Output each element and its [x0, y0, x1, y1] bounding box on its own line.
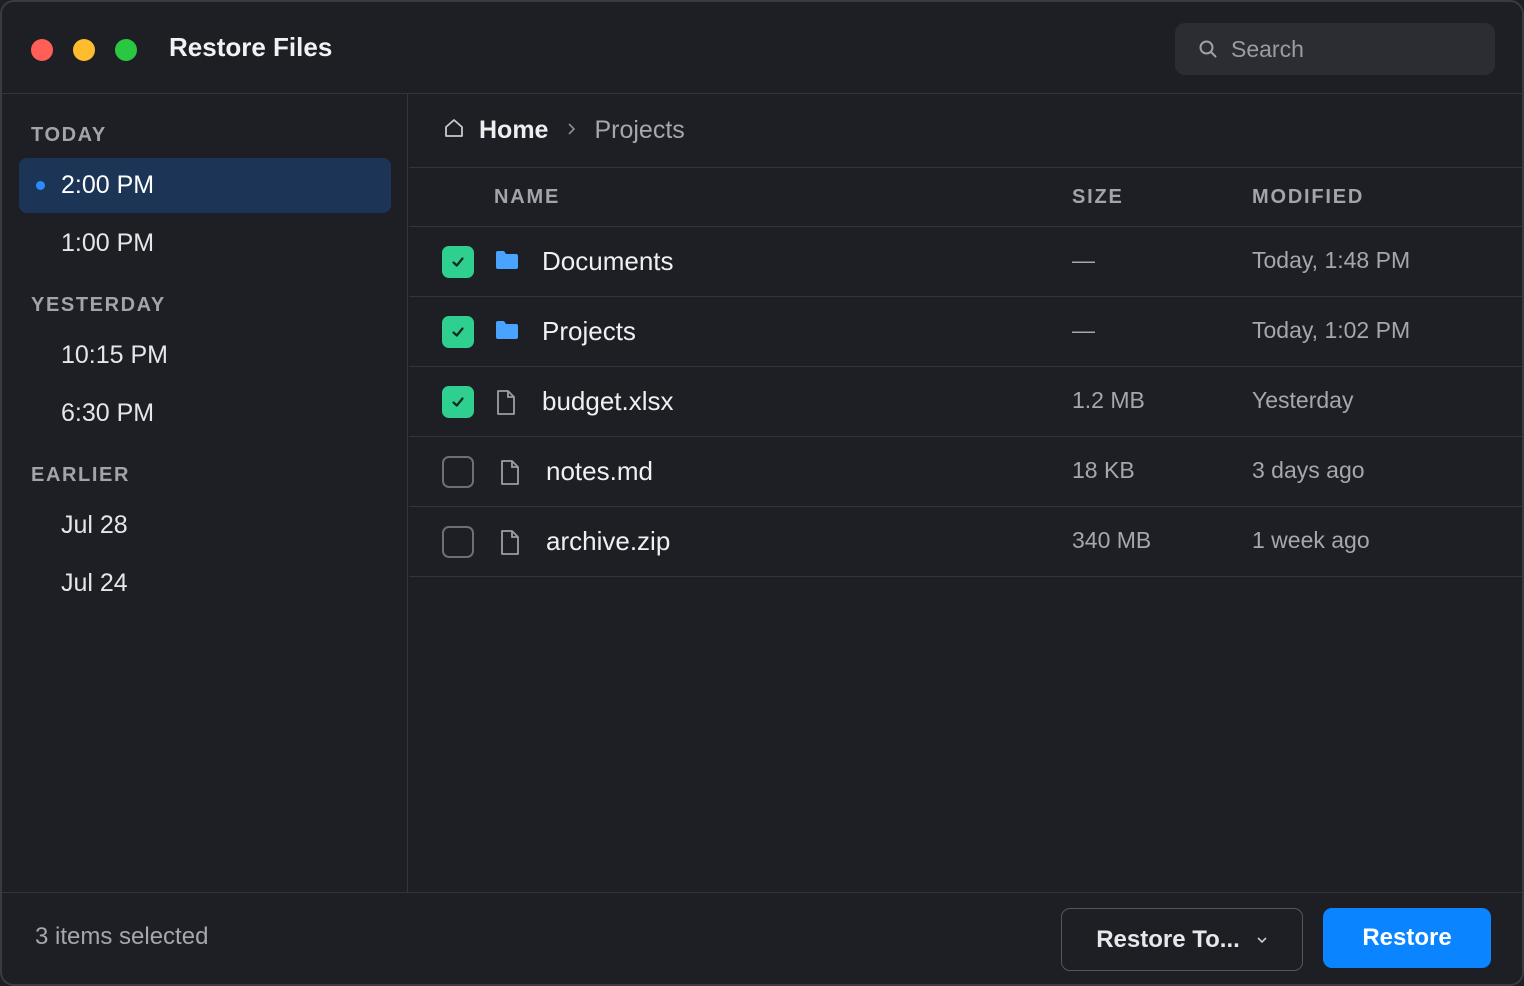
row-checkbox[interactable]	[442, 386, 474, 418]
breadcrumb-home[interactable]: Home	[479, 116, 548, 145]
file-icon	[499, 460, 523, 485]
snapshot-item-jul-24[interactable]: Jul 24	[19, 556, 391, 611]
file-modified: 3 days ago	[1252, 457, 1365, 483]
group-label-earlier: EARLIER	[31, 464, 130, 486]
minimize-window-button[interactable]	[73, 39, 95, 61]
file-modified: Today, 1:48 PM	[1252, 247, 1411, 273]
zoom-window-button[interactable]	[115, 39, 137, 61]
table-row[interactable]: notes.md 18 KB 3 days ago	[409, 437, 1522, 507]
restore-button[interactable]: Restore	[1323, 908, 1491, 968]
snapshot-item-1-00-pm[interactable]: 1:00 PM	[19, 216, 391, 271]
file-size: 1.2 MB	[1072, 387, 1145, 413]
snapshot-label: 1:00 PM	[61, 229, 155, 257]
snapshot-label: 2:00 PM	[61, 171, 155, 199]
home-icon[interactable]	[443, 117, 465, 144]
file-name: budget.xlsx	[542, 386, 674, 416]
snapshot-label: Jul 24	[61, 569, 128, 597]
file-size: 18 KB	[1072, 457, 1135, 483]
restore-files-window: Restore Files TODAY 2:00 PM 1:00 PM YEST…	[0, 0, 1524, 986]
search-input[interactable]	[1231, 35, 1471, 63]
group-label-yesterday: YESTERDAY	[31, 294, 166, 316]
snapshot-sidebar: TODAY 2:00 PM 1:00 PM YESTERDAY 10:15 PM…	[2, 94, 408, 892]
snapshot-item-6-30-pm[interactable]: 6:30 PM	[19, 386, 391, 441]
column-header-size[interactable]: SIZE	[1072, 186, 1124, 209]
file-browser: Home Projects NAME SIZE MODIFIED Documen…	[409, 94, 1522, 892]
selection-count: 3 items selected	[35, 923, 209, 950]
chevron-right-icon	[566, 119, 576, 142]
footer-bar: 3 items selected Restore To... Restore	[2, 892, 1522, 984]
window-title: Restore Files	[169, 32, 333, 62]
snapshot-item-2-00-pm[interactable]: 2:00 PM	[19, 158, 391, 213]
file-icon	[495, 390, 519, 415]
file-name: Documents	[542, 246, 674, 276]
table-header: NAME SIZE MODIFIED	[409, 168, 1522, 227]
file-size: 340 MB	[1072, 527, 1152, 553]
close-window-button[interactable]	[31, 39, 53, 61]
snapshot-item-10-15-pm[interactable]: 10:15 PM	[19, 328, 391, 383]
snapshot-label: 6:30 PM	[61, 399, 155, 427]
checkmark-icon	[452, 257, 464, 267]
snapshot-label: 10:15 PM	[61, 341, 169, 369]
chevron-down-icon	[1256, 936, 1268, 944]
snapshot-item-jul-28[interactable]: Jul 28	[19, 498, 391, 553]
snapshot-label: Jul 28	[61, 511, 128, 539]
file-name: Projects	[542, 316, 636, 346]
file-modified: 1 week ago	[1252, 527, 1370, 553]
search-icon	[1197, 38, 1219, 60]
table-row[interactable]: archive.zip 340 MB 1 week ago	[409, 507, 1522, 577]
table-row[interactable]: Projects — Today, 1:02 PM	[409, 297, 1522, 367]
active-indicator-dot	[36, 181, 45, 190]
row-checkbox[interactable]	[442, 316, 474, 348]
column-header-name[interactable]: NAME	[494, 186, 560, 209]
restore-to-button[interactable]: Restore To...	[1061, 908, 1303, 971]
file-modified: Yesterday	[1252, 387, 1354, 413]
group-label-today: TODAY	[31, 124, 107, 146]
row-checkbox[interactable]	[442, 526, 474, 558]
file-icon	[499, 530, 523, 555]
row-checkbox[interactable]	[442, 246, 474, 278]
restore-to-label: Restore To...	[1096, 925, 1240, 953]
table-row[interactable]: Documents — Today, 1:48 PM	[409, 227, 1522, 297]
checkmark-icon	[452, 397, 464, 407]
column-header-modified[interactable]: MODIFIED	[1252, 186, 1364, 209]
file-name: archive.zip	[546, 526, 671, 556]
file-size: —	[1072, 247, 1095, 273]
title-bar: Restore Files	[2, 2, 1522, 94]
folder-icon	[495, 320, 519, 344]
row-checkbox[interactable]	[442, 456, 474, 488]
folder-icon	[495, 250, 519, 274]
search-field[interactable]	[1175, 23, 1495, 75]
breadcrumb: Home Projects	[409, 94, 1522, 168]
file-size: —	[1072, 317, 1095, 343]
breadcrumb-current: Projects	[594, 116, 685, 144]
table-row[interactable]: budget.xlsx 1.2 MB Yesterday	[409, 367, 1522, 437]
checkmark-icon	[452, 327, 464, 337]
file-name: notes.md	[546, 456, 653, 486]
file-modified: Today, 1:02 PM	[1252, 317, 1411, 343]
